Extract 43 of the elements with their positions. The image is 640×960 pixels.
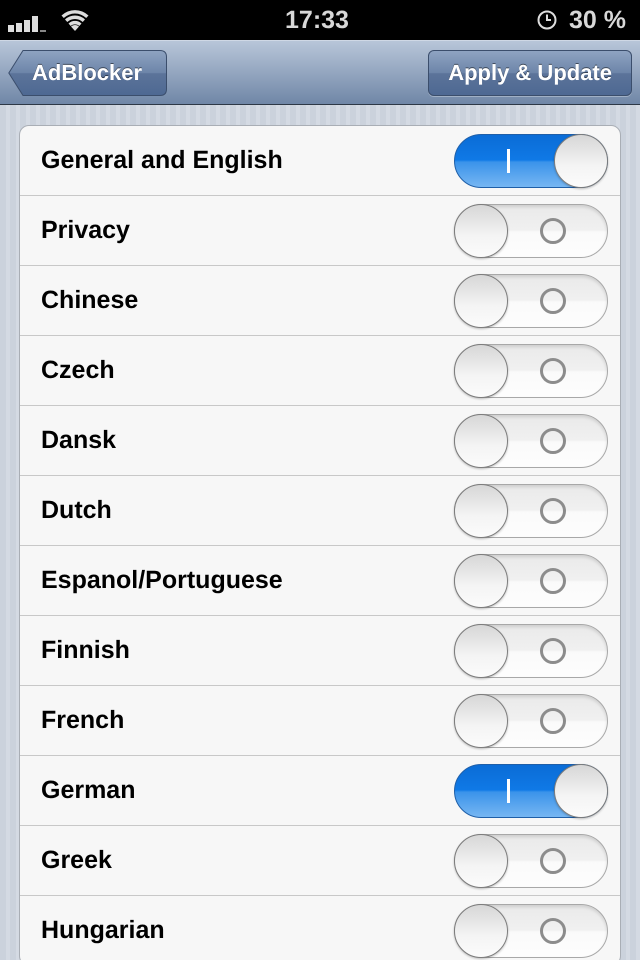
signal-bars-icon <box>8 16 46 32</box>
ring-icon <box>540 428 566 454</box>
filter-label: General and English <box>41 146 283 175</box>
ring-icon <box>540 918 566 944</box>
clock-icon <box>537 10 557 30</box>
toggle-switch[interactable] <box>454 134 608 188</box>
ring-icon <box>540 218 566 244</box>
ring-icon <box>540 288 566 314</box>
vertical-bar-icon <box>507 148 510 172</box>
toggle-switch[interactable] <box>454 344 608 398</box>
toggle-switch[interactable] <box>454 554 608 608</box>
wifi-icon <box>61 10 89 30</box>
toggle-switch[interactable] <box>454 624 608 678</box>
ring-icon <box>540 358 566 384</box>
filter-label: Dutch <box>41 496 112 525</box>
ring-icon <box>540 568 566 594</box>
filter-label: Finnish <box>41 636 130 665</box>
toggle-switch[interactable] <box>454 274 608 328</box>
ring-icon <box>540 848 566 874</box>
apply-update-button[interactable]: Apply & Update <box>428 50 632 96</box>
toggle-switch[interactable] <box>454 834 608 888</box>
status-time: 17:33 <box>285 6 349 34</box>
toggle-switch[interactable] <box>454 414 608 468</box>
ring-icon <box>540 498 566 524</box>
filter-label: Espanol/Portuguese <box>41 566 283 595</box>
filter-label: Hungarian <box>41 916 165 945</box>
toggle-switch[interactable] <box>454 204 608 258</box>
filter-label: Czech <box>41 356 115 385</box>
filter-label: Dansk <box>41 426 116 455</box>
ring-icon <box>540 708 566 734</box>
battery-percent: 30 % <box>569 6 626 34</box>
filter-label: Privacy <box>41 216 130 245</box>
filter-label: German <box>41 776 136 805</box>
filter-label: French <box>41 706 124 735</box>
toggle-switch[interactable] <box>454 484 608 538</box>
back-button[interactable]: AdBlocker <box>8 50 167 96</box>
toggle-switch[interactable] <box>454 904 608 958</box>
toggle-switch[interactable] <box>454 694 608 748</box>
filter-label: Greek <box>41 846 112 875</box>
toggle-switch[interactable] <box>454 764 608 818</box>
ring-icon <box>540 638 566 664</box>
vertical-bar-icon <box>507 778 510 802</box>
filter-label: Chinese <box>41 286 138 315</box>
